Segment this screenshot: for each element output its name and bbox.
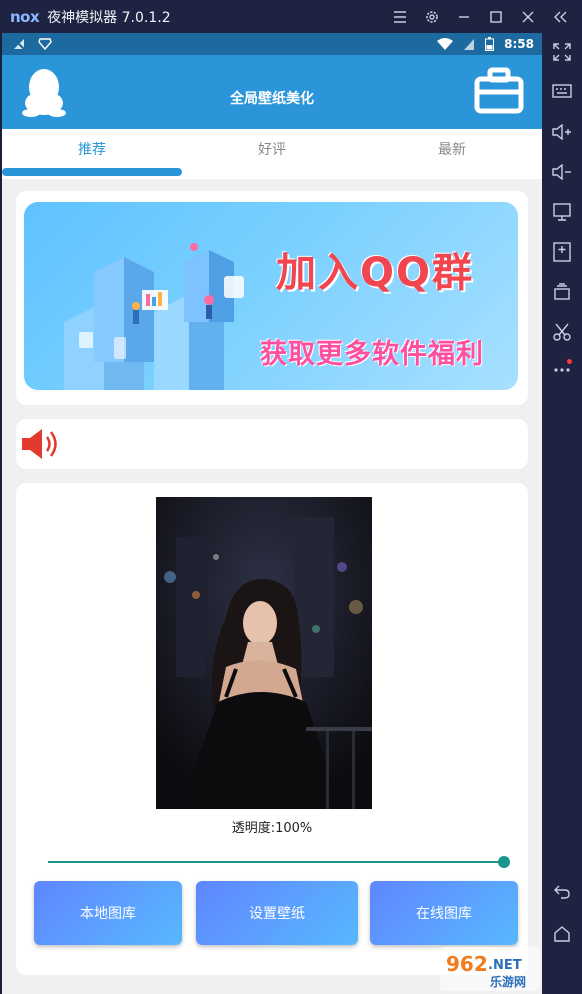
back-icon[interactable] bbox=[542, 877, 582, 907]
banner-card: 加入QQ群 获取更多软件福利 bbox=[16, 191, 528, 405]
online-gallery-button[interactable]: 在线图库 bbox=[370, 881, 518, 945]
emulator-side-toolbar bbox=[542, 33, 582, 994]
nox-logo: nox bbox=[10, 7, 40, 26]
tab-good-reviews[interactable]: 好评 bbox=[182, 129, 362, 169]
status-time: 8:58 bbox=[504, 37, 534, 51]
watermark-962: 962 .NET 乐游网 bbox=[440, 947, 540, 991]
install-apk-icon[interactable] bbox=[542, 237, 582, 267]
tab-latest[interactable]: 最新 bbox=[362, 129, 542, 169]
banner-headline: 加入QQ群 bbox=[276, 250, 475, 296]
screenshot-cut-icon[interactable] bbox=[542, 317, 582, 347]
status-bar: 8:58 bbox=[2, 33, 542, 55]
battery-icon bbox=[485, 37, 495, 51]
minimize-icon[interactable] bbox=[448, 0, 480, 33]
home-icon[interactable] bbox=[542, 919, 582, 949]
opacity-slider-track[interactable] bbox=[48, 861, 504, 863]
vpn-icon bbox=[38, 38, 52, 50]
screen-icon[interactable] bbox=[542, 197, 582, 227]
android-screen: 8:58 全局壁纸美化 推荐 好评 最新 加入QQ群 获取更多软件福利 透明度:… bbox=[2, 33, 542, 994]
watermark-logo: 962 .NET 乐游网 bbox=[446, 952, 526, 989]
tab-indicator bbox=[2, 168, 182, 176]
sim-icon bbox=[464, 38, 475, 50]
more-icon[interactable] bbox=[542, 355, 582, 385]
app-bar: 全局壁纸美化 bbox=[2, 55, 542, 129]
volume-down-icon[interactable] bbox=[542, 157, 582, 187]
volume-up-icon[interactable] bbox=[542, 117, 582, 147]
wallpaper-photo bbox=[156, 497, 372, 809]
app-title: 全局壁纸美化 bbox=[230, 91, 314, 107]
speaker-icon[interactable] bbox=[20, 426, 62, 462]
wifi-icon bbox=[437, 38, 454, 50]
collapse-icon[interactable] bbox=[544, 0, 576, 33]
no-signal-icon bbox=[12, 37, 26, 51]
tab-recommend[interactable]: 推荐 bbox=[2, 129, 182, 169]
local-gallery-button[interactable]: 本地图库 bbox=[34, 881, 182, 945]
toolbox-icon[interactable] bbox=[474, 67, 524, 115]
wallpaper-preview-image[interactable] bbox=[156, 497, 372, 809]
wallpaper-card: 透明度:100% 本地图库 设置壁纸 在线图库 bbox=[16, 483, 528, 975]
emulator-title: 夜神模拟器 7.0.1.2 bbox=[47, 9, 171, 26]
settings-icon[interactable] bbox=[416, 0, 448, 33]
opacity-slider-thumb[interactable] bbox=[498, 856, 510, 868]
svg-text:乐游网: 乐游网 bbox=[490, 974, 526, 989]
svg-text:962: 962 bbox=[446, 952, 488, 976]
set-wallpaper-button[interactable]: 设置壁纸 bbox=[196, 881, 358, 945]
notification-dot bbox=[567, 359, 572, 364]
fullscreen-icon[interactable] bbox=[542, 37, 582, 67]
multi-instance-icon[interactable] bbox=[542, 277, 582, 307]
opacity-label: 透明度:100% bbox=[231, 821, 313, 836]
join-qq-group-banner[interactable]: 加入QQ群 获取更多软件福利 bbox=[24, 202, 518, 390]
keyboard-icon[interactable] bbox=[542, 76, 582, 106]
tab-bar: 推荐 好评 最新 bbox=[2, 129, 542, 179]
banner-subline: 获取更多软件福利 bbox=[260, 339, 484, 370]
close-icon[interactable] bbox=[512, 0, 544, 33]
maximize-icon[interactable] bbox=[480, 0, 512, 33]
svg-text:.NET: .NET bbox=[488, 958, 522, 973]
emulator-titlebar: nox 夜神模拟器 7.0.1.2 bbox=[0, 0, 582, 33]
notice-card bbox=[16, 419, 528, 469]
menu-icon[interactable] bbox=[384, 0, 416, 33]
